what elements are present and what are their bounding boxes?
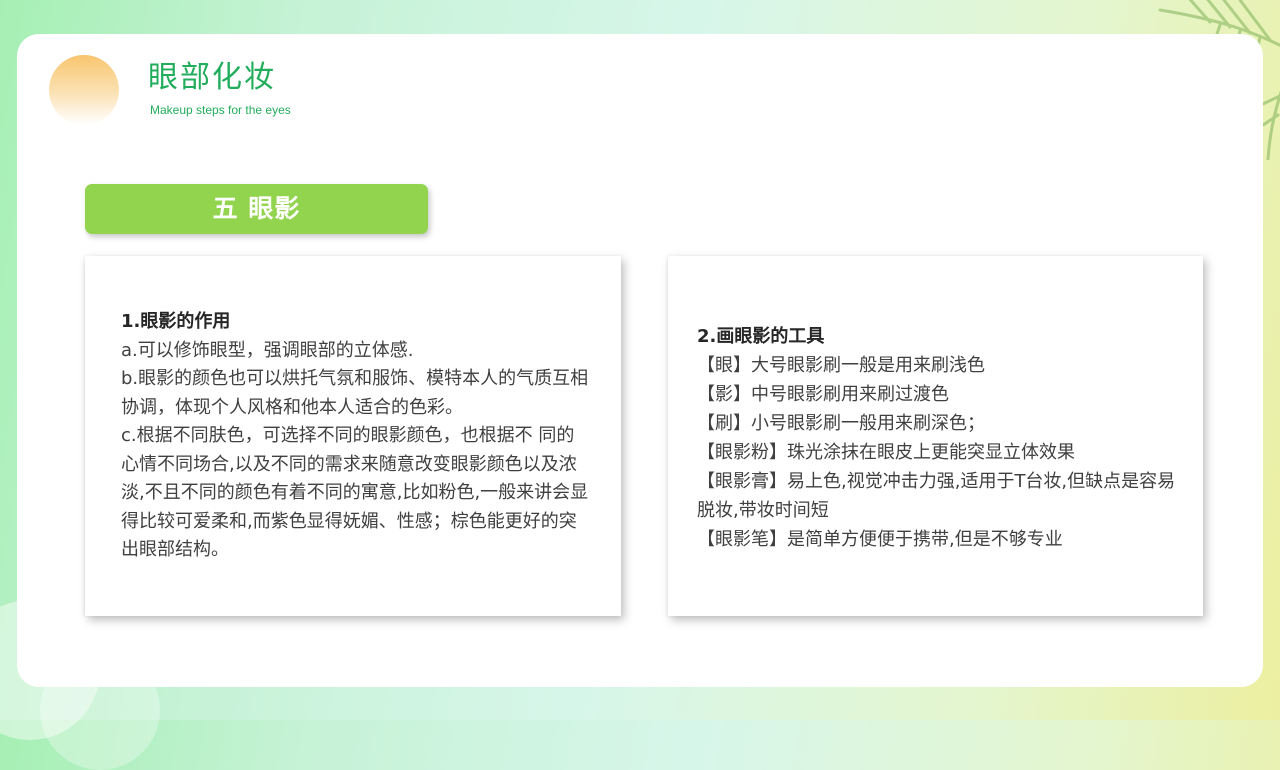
panel-line: 【影】中号眼影刷用来刷过渡色: [697, 384, 949, 405]
section-label: 五 眼影: [85, 184, 428, 234]
panel-line: c.根据不同肤色，可选择不同的眼影颜色，也根据不 同的心情不同场合,以及不同的需…: [121, 425, 589, 560]
panel-line: a.可以修饰眼型，强调眼部的立体感.: [121, 339, 414, 361]
panel-line: 【眼影粉】珠光涂抹在眼皮上更能突显立体效果: [697, 442, 1075, 463]
eyeshadow-function-panel: 1.眼影的作用 a.可以修饰眼型，强调眼部的立体感. b.眼影的颜色也可以烘托气…: [85, 256, 621, 616]
panel-line: 【刷】小号眼影刷一般用来刷深色；: [697, 413, 985, 434]
panel-line: 【眼影笔】是简单方便便于携带,但是不够专业: [697, 529, 1063, 550]
panel-heading: 1.眼影的作用: [121, 311, 231, 332]
page-title: 眼部化妆: [148, 60, 276, 95]
panel-heading: 2.画眼影的工具: [697, 326, 825, 347]
eyeshadow-tools-panel: 2.画眼影的工具 【眼】大号眼影刷一般是用来刷浅色 【影】中号眼影刷用来刷过渡色…: [668, 256, 1203, 616]
panel-line: 【眼影膏】易上色,视觉冲击力强,适用于T台妆,但缺点是容易脱妆,带妆时间短: [697, 471, 1176, 521]
panel-line: 【眼】大号眼影刷一般是用来刷浅色: [697, 355, 985, 376]
sun-decoration-icon: [49, 55, 119, 125]
panel-line: b.眼影的颜色也可以烘托气氛和服饰、模特本人的气质互相协调，体现个人风格和他本人…: [121, 368, 589, 418]
page-subtitle: Makeup steps for the eyes: [150, 103, 291, 117]
